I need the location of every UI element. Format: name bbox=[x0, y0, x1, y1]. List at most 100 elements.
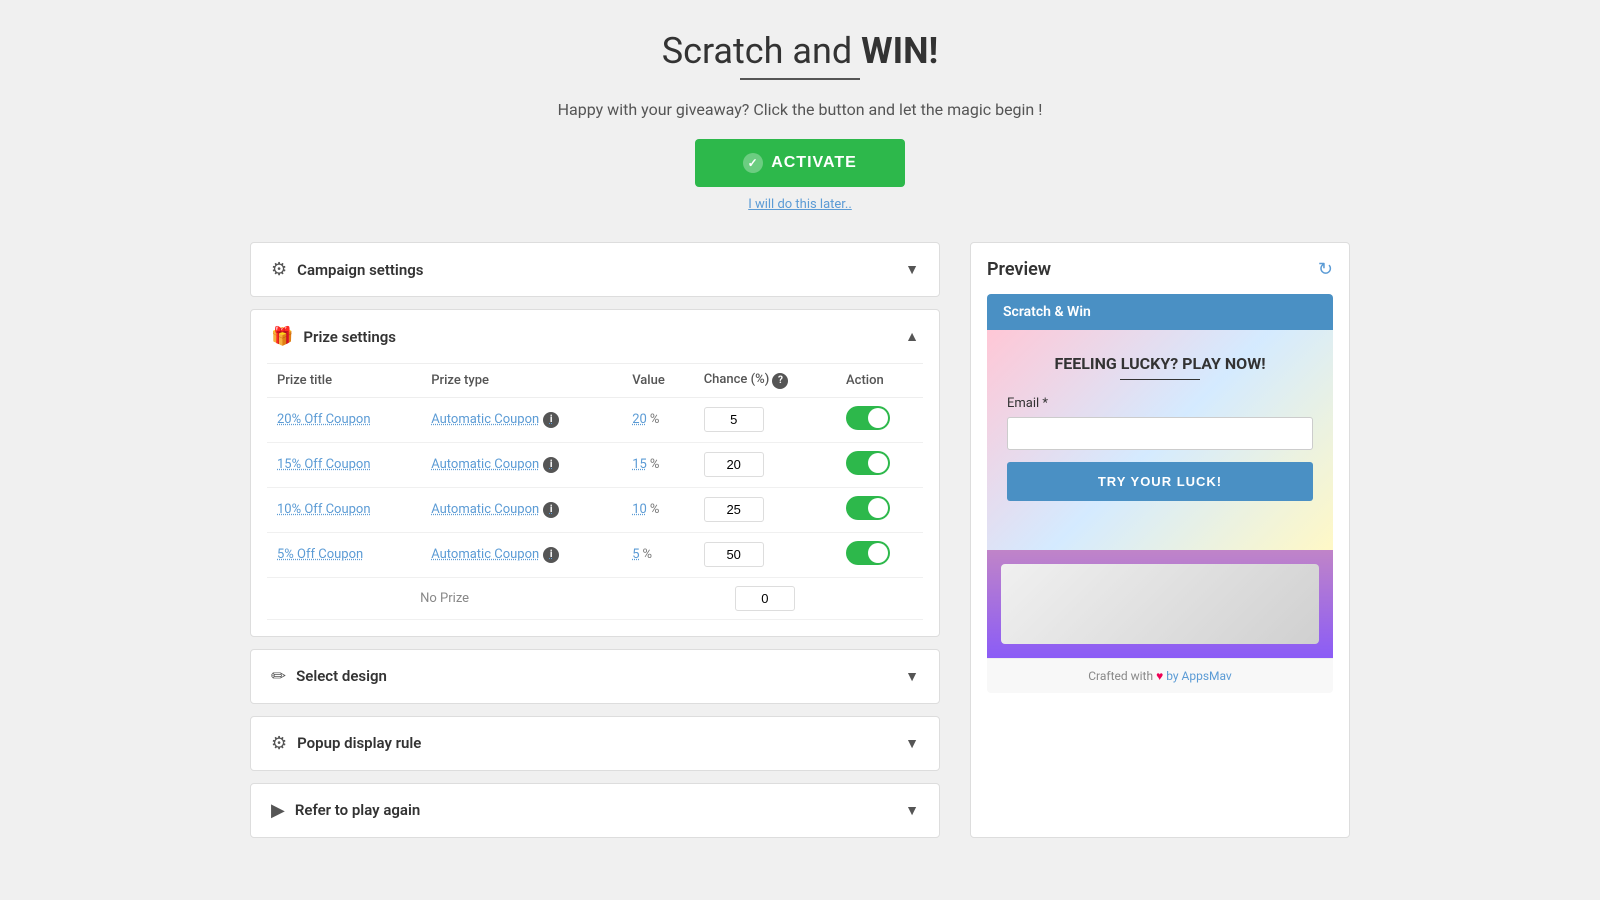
prize-settings-title: Prize settings bbox=[303, 328, 396, 346]
crafted-by: by AppsMav bbox=[1166, 669, 1232, 683]
prize-type-10[interactable]: Automatic Coupon i bbox=[431, 502, 612, 518]
chance-input-no-prize[interactable] bbox=[735, 586, 795, 611]
col-chance: Chance (%) ? bbox=[694, 364, 836, 397]
campaign-settings-section: ⚙ Campaign settings ▼ bbox=[250, 242, 940, 297]
try-your-luck-button[interactable]: TRY YOUR LUCK! bbox=[1007, 462, 1313, 501]
preview-header: Preview ↻ bbox=[987, 259, 1333, 280]
select-design-header[interactable]: ✏ Select design ▼ bbox=[251, 650, 939, 703]
value-unit-5: % bbox=[643, 547, 653, 562]
page: Scratch and WIN! Happy with your giveawa… bbox=[0, 0, 1600, 900]
select-design-icon: ✏ bbox=[271, 666, 286, 687]
prize-settings-section: 🎁 Prize settings ▲ Prize title Prize typ… bbox=[250, 309, 940, 637]
type-info-icon-15[interactable]: i bbox=[543, 457, 559, 473]
chance-input-20[interactable] bbox=[704, 407, 764, 432]
chevron-down-icon-design: ▼ bbox=[905, 668, 919, 685]
preview-title: Preview bbox=[987, 259, 1051, 280]
section-header-left-prize: 🎁 Prize settings bbox=[271, 326, 396, 347]
toggle-20[interactable] bbox=[846, 406, 890, 430]
table-row: 20% Off Coupon Automatic Coupon i bbox=[267, 397, 923, 442]
refer-to-play-icon: ▶ bbox=[271, 800, 285, 821]
prize-type-15[interactable]: Automatic Coupon i bbox=[431, 457, 612, 473]
value-cell-10: 10 % bbox=[632, 502, 683, 517]
section-header-left-design: ✏ Select design bbox=[271, 666, 387, 687]
no-prize-label: No Prize bbox=[267, 577, 622, 619]
preview-widget-body: FEELING LUCKY? PLAY NOW! Email * TRY YOU… bbox=[987, 330, 1333, 550]
section-header-left: ⚙ Campaign settings bbox=[271, 259, 423, 280]
section-header-left-popup: ⚙ Popup display rule bbox=[271, 733, 421, 754]
chance-input-10[interactable] bbox=[704, 497, 764, 522]
col-action: Action bbox=[836, 364, 923, 397]
value-cell-20: 20 % bbox=[632, 412, 683, 427]
value-unit-15: % bbox=[650, 457, 660, 472]
toggle-15[interactable] bbox=[846, 451, 890, 475]
chevron-down-icon-refer: ▼ bbox=[905, 802, 919, 819]
check-icon: ✓ bbox=[743, 153, 763, 173]
popup-display-icon: ⚙ bbox=[271, 733, 287, 754]
value-15[interactable]: 15 bbox=[632, 457, 647, 472]
crafted-text: Crafted with bbox=[1088, 669, 1153, 683]
value-unit-20: % bbox=[650, 412, 660, 427]
prize-table-container: Prize title Prize type Value Chance (%) … bbox=[251, 364, 939, 636]
table-row: 5% Off Coupon Automatic Coupon i bbox=[267, 532, 923, 577]
main-content: ⚙ Campaign settings ▼ 🎁 Prize settings ▲ bbox=[250, 242, 1350, 838]
page-title: Scratch and WIN! bbox=[662, 30, 939, 72]
popup-display-title: Popup display rule bbox=[297, 734, 421, 752]
title-underline bbox=[740, 78, 860, 80]
scratch-area bbox=[1001, 564, 1319, 644]
subtitle: Happy with your giveaway? Click the butt… bbox=[558, 100, 1043, 119]
chevron-up-icon: ▲ bbox=[905, 328, 919, 345]
select-design-title: Select design bbox=[296, 667, 387, 685]
widget-underline bbox=[1120, 379, 1200, 380]
campaign-settings-title: Campaign settings bbox=[297, 261, 423, 279]
popup-display-section: ⚙ Popup display rule ▼ bbox=[250, 716, 940, 771]
value-unit-10: % bbox=[650, 502, 660, 517]
value-cell-5: 5 % bbox=[632, 547, 683, 562]
col-prize-type: Prize type bbox=[421, 364, 622, 397]
prize-title-10[interactable]: 10% Off Coupon bbox=[277, 502, 371, 517]
chance-input-5[interactable] bbox=[704, 542, 764, 567]
value-5[interactable]: 5 bbox=[632, 547, 639, 562]
table-row-no-prize: No Prize bbox=[267, 577, 923, 619]
prize-settings-header[interactable]: 🎁 Prize settings ▲ bbox=[251, 310, 939, 363]
prize-title-20[interactable]: 20% Off Coupon bbox=[277, 412, 371, 427]
refer-to-play-title: Refer to play again bbox=[295, 801, 420, 819]
campaign-settings-icon: ⚙ bbox=[271, 259, 287, 280]
prize-type-5[interactable]: Automatic Coupon i bbox=[431, 547, 612, 563]
activate-button[interactable]: ✓ ACTIVATE bbox=[695, 139, 905, 187]
widget-heading: FEELING LUCKY? PLAY NOW! bbox=[1007, 354, 1313, 373]
refresh-icon[interactable]: ↻ bbox=[1318, 259, 1333, 280]
table-row: 15% Off Coupon Automatic Coupon i bbox=[267, 442, 923, 487]
type-info-icon[interactable]: i bbox=[543, 412, 559, 428]
preview-panel: Preview ↻ Scratch & Win FEELING LUCKY? P… bbox=[970, 242, 1350, 838]
chance-input-15[interactable] bbox=[704, 452, 764, 477]
value-10[interactable]: 10 bbox=[632, 502, 647, 517]
col-prize-title: Prize title bbox=[267, 364, 421, 397]
toggle-5[interactable] bbox=[846, 541, 890, 565]
toggle-10[interactable] bbox=[846, 496, 890, 520]
email-input[interactable] bbox=[1007, 417, 1313, 450]
col-value: Value bbox=[622, 364, 693, 397]
chevron-down-icon-popup: ▼ bbox=[905, 735, 919, 752]
prize-settings-icon: 🎁 bbox=[271, 326, 293, 347]
prize-type-20[interactable]: Automatic Coupon i bbox=[431, 412, 612, 428]
refer-to-play-section: ▶ Refer to play again ▼ bbox=[250, 783, 940, 838]
popup-display-header[interactable]: ⚙ Popup display rule ▼ bbox=[251, 717, 939, 770]
prize-title-5[interactable]: 5% Off Coupon bbox=[277, 547, 363, 562]
heart-icon: ♥ bbox=[1156, 669, 1163, 683]
prize-table: Prize title Prize type Value Chance (%) … bbox=[267, 364, 923, 620]
preview-widget-footer bbox=[987, 550, 1333, 658]
type-info-icon-10[interactable]: i bbox=[543, 502, 559, 518]
later-link[interactable]: I will do this later.. bbox=[748, 197, 852, 212]
campaign-settings-header[interactable]: ⚙ Campaign settings ▼ bbox=[251, 243, 939, 296]
select-design-section: ✏ Select design ▼ bbox=[250, 649, 940, 704]
chevron-down-icon: ▼ bbox=[905, 261, 919, 278]
prize-title-15[interactable]: 15% Off Coupon bbox=[277, 457, 371, 472]
crafted-footer: Crafted with ♥ by AppsMav bbox=[987, 658, 1333, 693]
preview-widget: Scratch & Win FEELING LUCKY? PLAY NOW! E… bbox=[987, 294, 1333, 693]
left-panel: ⚙ Campaign settings ▼ 🎁 Prize settings ▲ bbox=[250, 242, 940, 838]
value-cell-15: 15 % bbox=[632, 457, 683, 472]
chance-info-icon[interactable]: ? bbox=[772, 373, 788, 389]
refer-to-play-header[interactable]: ▶ Refer to play again ▼ bbox=[251, 784, 939, 837]
value-20[interactable]: 20 bbox=[632, 412, 647, 427]
type-info-icon-5[interactable]: i bbox=[543, 547, 559, 563]
